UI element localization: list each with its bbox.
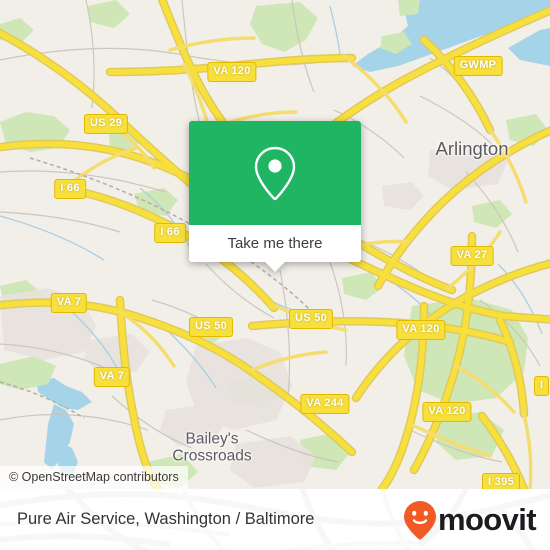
highway-shield: VA 7 bbox=[50, 293, 88, 313]
attribution-text: © OpenStreetMap contributors bbox=[9, 470, 179, 484]
highway-shield: US 50 bbox=[188, 317, 234, 337]
highway-shield: VA 244 bbox=[300, 394, 350, 414]
place-label-line-1: Bailey's bbox=[185, 430, 239, 448]
place-label-line-2: Crossroads bbox=[172, 447, 252, 464]
moovit-map-screen: VA 120 GWMP US 29 I 66 I 66 VA 27 VA 7 U… bbox=[0, 0, 550, 550]
place-label-baileys-crossroads: Bailey's Crossroads bbox=[152, 430, 272, 464]
highway-shield: US 29 bbox=[83, 114, 129, 134]
highway-shield: VA 120 bbox=[396, 320, 446, 340]
location-popup-card[interactable]: Take me there bbox=[189, 121, 361, 272]
highway-shield: I 66 bbox=[54, 179, 86, 199]
highway-shield: I bbox=[534, 376, 550, 396]
take-me-there-button[interactable]: Take me there bbox=[189, 225, 361, 262]
moovit-logo[interactable]: moovit bbox=[403, 500, 537, 540]
highway-shield: VA 120 bbox=[207, 62, 257, 82]
moovit-wordmark: moovit bbox=[437, 502, 537, 537]
highway-shield: VA 7 bbox=[93, 367, 131, 387]
highway-shield: VA 27 bbox=[450, 246, 494, 266]
highway-shield: GWMP bbox=[453, 56, 503, 76]
highway-shield: VA 120 bbox=[422, 402, 472, 422]
map-pin-icon bbox=[254, 146, 296, 201]
place-label-arlington: Arlington bbox=[435, 138, 509, 160]
highway-shield: I 66 bbox=[154, 223, 186, 243]
highway-shield: US 50 bbox=[288, 309, 334, 329]
footer-bar: Pure Air Service, Washington / Baltimore… bbox=[0, 489, 550, 550]
take-me-there-label: Take me there bbox=[227, 235, 323, 252]
map-attribution[interactable]: © OpenStreetMap contributors bbox=[0, 466, 188, 489]
popup-icon-area bbox=[189, 121, 361, 225]
highway-shield: I 395 bbox=[482, 473, 520, 489]
map-canvas[interactable]: VA 120 GWMP US 29 I 66 I 66 VA 27 VA 7 U… bbox=[0, 0, 550, 489]
page-title: Pure Air Service, Washington / Baltimore bbox=[17, 510, 315, 528]
popup-tail bbox=[265, 262, 285, 272]
moovit-pin-smiley-icon bbox=[403, 500, 436, 540]
